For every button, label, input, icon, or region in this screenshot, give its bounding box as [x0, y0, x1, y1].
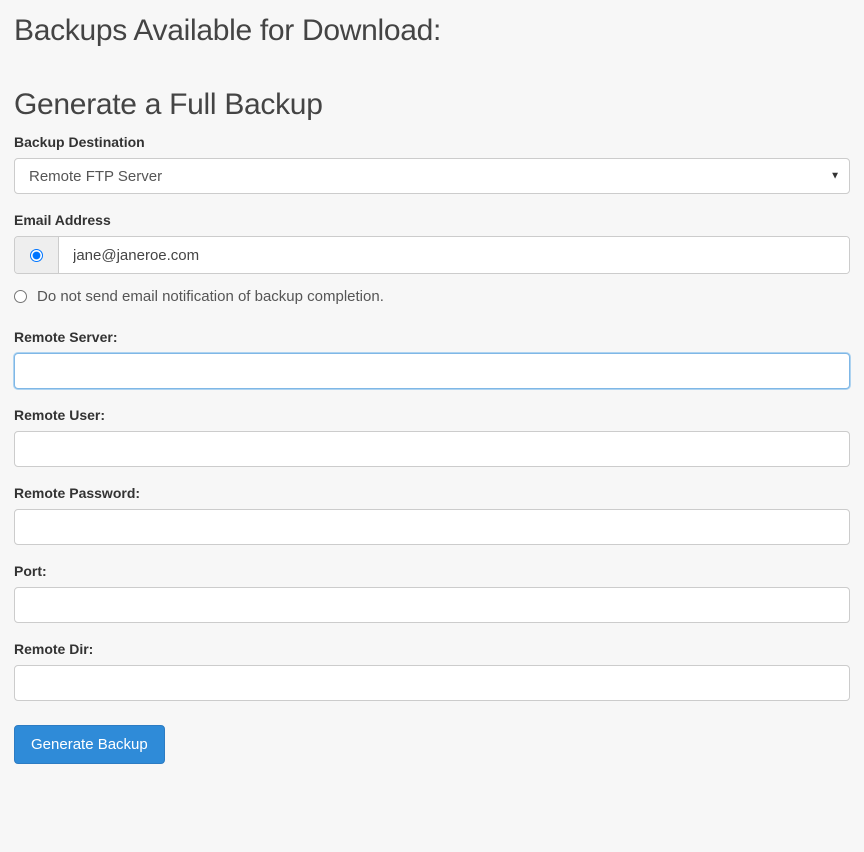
remote-dir-label: Remote Dir:	[14, 641, 850, 657]
email-nosend-label: Do not send email notification of backup…	[37, 288, 384, 305]
generate-backup-heading: Generate a Full Backup	[14, 88, 850, 122]
remote-password-input[interactable]	[14, 509, 850, 545]
remote-user-input[interactable]	[14, 431, 850, 467]
remote-user-field: Remote User:	[14, 407, 850, 467]
remote-dir-input[interactable]	[14, 665, 850, 701]
backup-destination-label: Backup Destination	[14, 134, 850, 150]
remote-dir-field: Remote Dir:	[14, 641, 850, 701]
backup-destination-field: Backup Destination Remote FTP Server ▼	[14, 134, 850, 194]
remote-password-label: Remote Password:	[14, 485, 850, 501]
generate-backup-button[interactable]: Generate Backup	[14, 725, 165, 764]
email-address-field: Email Address Do not send email notifica…	[14, 212, 850, 305]
email-send-radio[interactable]	[30, 249, 43, 262]
port-label: Port:	[14, 563, 850, 579]
remote-server-input[interactable]	[14, 353, 850, 389]
backups-available-heading: Backups Available for Download:	[14, 14, 850, 48]
email-send-radio-cell	[15, 237, 59, 273]
backup-destination-select[interactable]: Remote FTP Server	[14, 158, 850, 194]
port-field: Port:	[14, 563, 850, 623]
email-nosend-radio[interactable]	[14, 290, 27, 303]
remote-password-field: Remote Password:	[14, 485, 850, 545]
remote-server-field: Remote Server:	[14, 329, 850, 389]
remote-user-label: Remote User:	[14, 407, 850, 423]
email-address-label: Email Address	[14, 212, 850, 228]
remote-server-label: Remote Server:	[14, 329, 850, 345]
email-address-input[interactable]	[59, 237, 849, 273]
port-input[interactable]	[14, 587, 850, 623]
